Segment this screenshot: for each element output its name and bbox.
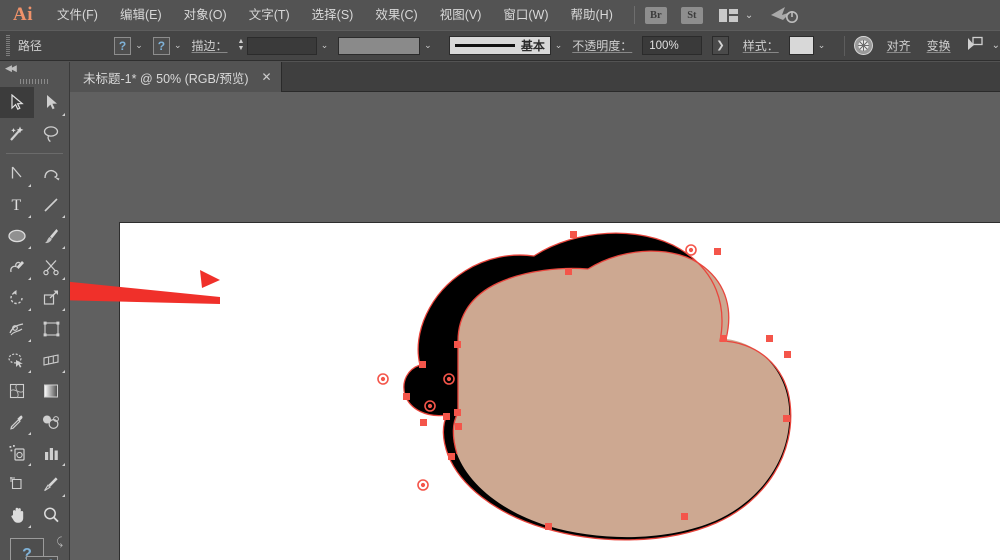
tools-panel: ◀◀ xyxy=(0,62,70,560)
tools-panel-grip[interactable] xyxy=(0,75,69,87)
bridge-button[interactable]: Br xyxy=(645,7,667,24)
selection-tool[interactable] xyxy=(0,87,34,118)
chevron-down-icon[interactable]: ⌄ xyxy=(745,10,753,21)
shape-options-dropdown-icon[interactable]: ⌄ xyxy=(992,40,1000,51)
stroke-dropdown-icon[interactable]: ⌄ xyxy=(170,37,185,55)
scale-tool[interactable] xyxy=(34,282,68,313)
hand-tool[interactable] xyxy=(0,499,34,530)
gradient-tool[interactable] xyxy=(34,375,68,406)
menu-view[interactable]: 视图(V) xyxy=(429,0,493,30)
direct-selection-tool[interactable] xyxy=(34,87,68,118)
tool-divider xyxy=(6,153,63,154)
menu-help[interactable]: 帮助(H) xyxy=(560,0,624,30)
stroke-weight-stepper[interactable]: ▲▼ xyxy=(238,39,245,52)
menu-effect[interactable]: 效果(C) xyxy=(364,0,428,30)
blob-brush-tool[interactable] xyxy=(0,251,34,282)
tools-collapse-icon[interactable]: ◀◀ xyxy=(0,62,69,75)
stroke-weight-input[interactable] xyxy=(247,37,316,55)
eyedropper-tool[interactable] xyxy=(0,406,34,437)
shape-options-icon[interactable] xyxy=(965,36,985,55)
ellipse-tool[interactable] xyxy=(0,220,34,251)
slice-tool[interactable] xyxy=(34,468,68,499)
arrange-documents-icon[interactable] xyxy=(719,9,738,22)
app-logo: Ai xyxy=(0,4,46,26)
artboard-tool[interactable] xyxy=(0,468,34,499)
menu-type[interactable]: 文字(T) xyxy=(238,0,301,30)
document-tab-title: 未标题-1* @ 50% (RGB/预览) xyxy=(83,68,249,87)
magic-wand-tool[interactable] xyxy=(0,118,34,149)
control-bar-divider xyxy=(844,36,845,56)
opacity-input[interactable]: 100% xyxy=(642,36,702,55)
blend-tool[interactable] xyxy=(34,406,68,437)
perspective-grid-tool[interactable] xyxy=(34,344,68,375)
swap-fill-stroke-icon[interactable]: ⤹ xyxy=(56,536,63,549)
brush-dropdown-icon[interactable]: ⌄ xyxy=(551,37,566,55)
curvature-tool[interactable] xyxy=(34,158,68,189)
mesh-tool[interactable] xyxy=(0,375,34,406)
document-tab[interactable]: 未标题-1* @ 50% (RGB/预览) ✕ xyxy=(70,62,282,92)
selected-object-type: 路径 xyxy=(18,37,42,54)
graphic-style-swatch[interactable] xyxy=(789,36,814,55)
brush-stroke-preview xyxy=(455,44,515,47)
canvas-area[interactable] xyxy=(70,92,1000,560)
stroke-profile-dropdown-icon[interactable]: ⌄ xyxy=(420,37,435,55)
illustrator-window: Ai 文件(F) 编辑(E) 对象(O) 文字(T) 选择(S) 效果(C) 视… xyxy=(0,0,1000,560)
line-segment-tool[interactable] xyxy=(34,189,68,220)
close-icon[interactable]: ✕ xyxy=(262,70,272,84)
zoom-tool[interactable] xyxy=(34,499,68,530)
menu-select[interactable]: 选择(S) xyxy=(301,0,365,30)
stroke-color-swatch[interactable]: ? xyxy=(153,37,170,55)
opacity-more-button[interactable]: ❯ xyxy=(712,36,728,55)
symbol-sprayer-tool[interactable] xyxy=(0,437,34,468)
style-label: 样式： xyxy=(743,37,779,54)
svg-text:T: T xyxy=(11,197,21,213)
tool-group-drawing: T xyxy=(0,158,69,530)
menu-edit[interactable]: 编辑(E) xyxy=(109,0,173,30)
artboard[interactable] xyxy=(119,222,1000,560)
menu-object[interactable]: 对象(O) xyxy=(173,0,238,30)
style-dropdown-icon[interactable]: ⌄ xyxy=(814,37,829,55)
workspace-switcher-icon[interactable] xyxy=(769,4,799,27)
paintbrush-tool[interactable] xyxy=(34,220,68,251)
shape-builder-tool[interactable] xyxy=(0,344,34,375)
menubar-divider xyxy=(634,6,635,24)
brush-name: 基本 xyxy=(521,37,545,54)
free-transform-tool[interactable] xyxy=(34,313,68,344)
tool-group-selection xyxy=(0,87,69,149)
menu-bar: Ai 文件(F) 编辑(E) 对象(O) 文字(T) 选择(S) 效果(C) 视… xyxy=(0,0,1000,30)
stroke-weight-dropdown-icon[interactable]: ⌄ xyxy=(317,37,332,55)
type-tool[interactable]: T xyxy=(0,189,34,220)
fill-dropdown-icon[interactable]: ⌄ xyxy=(131,37,146,55)
pen-tool[interactable] xyxy=(0,158,34,189)
stroke-weight-label: 描边： xyxy=(192,37,228,54)
scissors-tool[interactable] xyxy=(34,251,68,282)
lasso-tool[interactable] xyxy=(34,118,68,149)
rotate-tool[interactable] xyxy=(0,282,34,313)
align-button[interactable]: 对齐 xyxy=(887,37,911,54)
stroke-profile-select[interactable] xyxy=(338,37,420,55)
fill-stroke-cluster: ? ? ? ? ⤹ xyxy=(0,534,69,560)
control-bar-grip[interactable] xyxy=(6,35,10,56)
transform-button[interactable]: 变换 xyxy=(927,37,951,54)
control-bar: 路径 ? ⌄ ? ⌄ 描边： ▲▼ ⌄ ⌄ 基本 ⌄ 不透明度： 100% ❯ … xyxy=(0,30,1000,61)
fill-color-swatch[interactable]: ? xyxy=(114,37,131,55)
recolor-artwork-icon[interactable] xyxy=(854,36,872,55)
brush-definition-select[interactable]: 基本 xyxy=(449,36,551,55)
opacity-label: 不透明度： xyxy=(572,37,632,54)
column-graph-tool[interactable] xyxy=(34,437,68,468)
stock-button[interactable]: St xyxy=(681,7,703,24)
width-tool[interactable] xyxy=(0,313,34,344)
head-shape-artwork[interactable] xyxy=(120,223,1000,560)
document-tab-strip: 未标题-1* @ 50% (RGB/预览) ✕ xyxy=(0,62,1000,92)
menu-window[interactable]: 窗口(W) xyxy=(492,0,559,30)
menu-file[interactable]: 文件(F) xyxy=(46,0,109,30)
